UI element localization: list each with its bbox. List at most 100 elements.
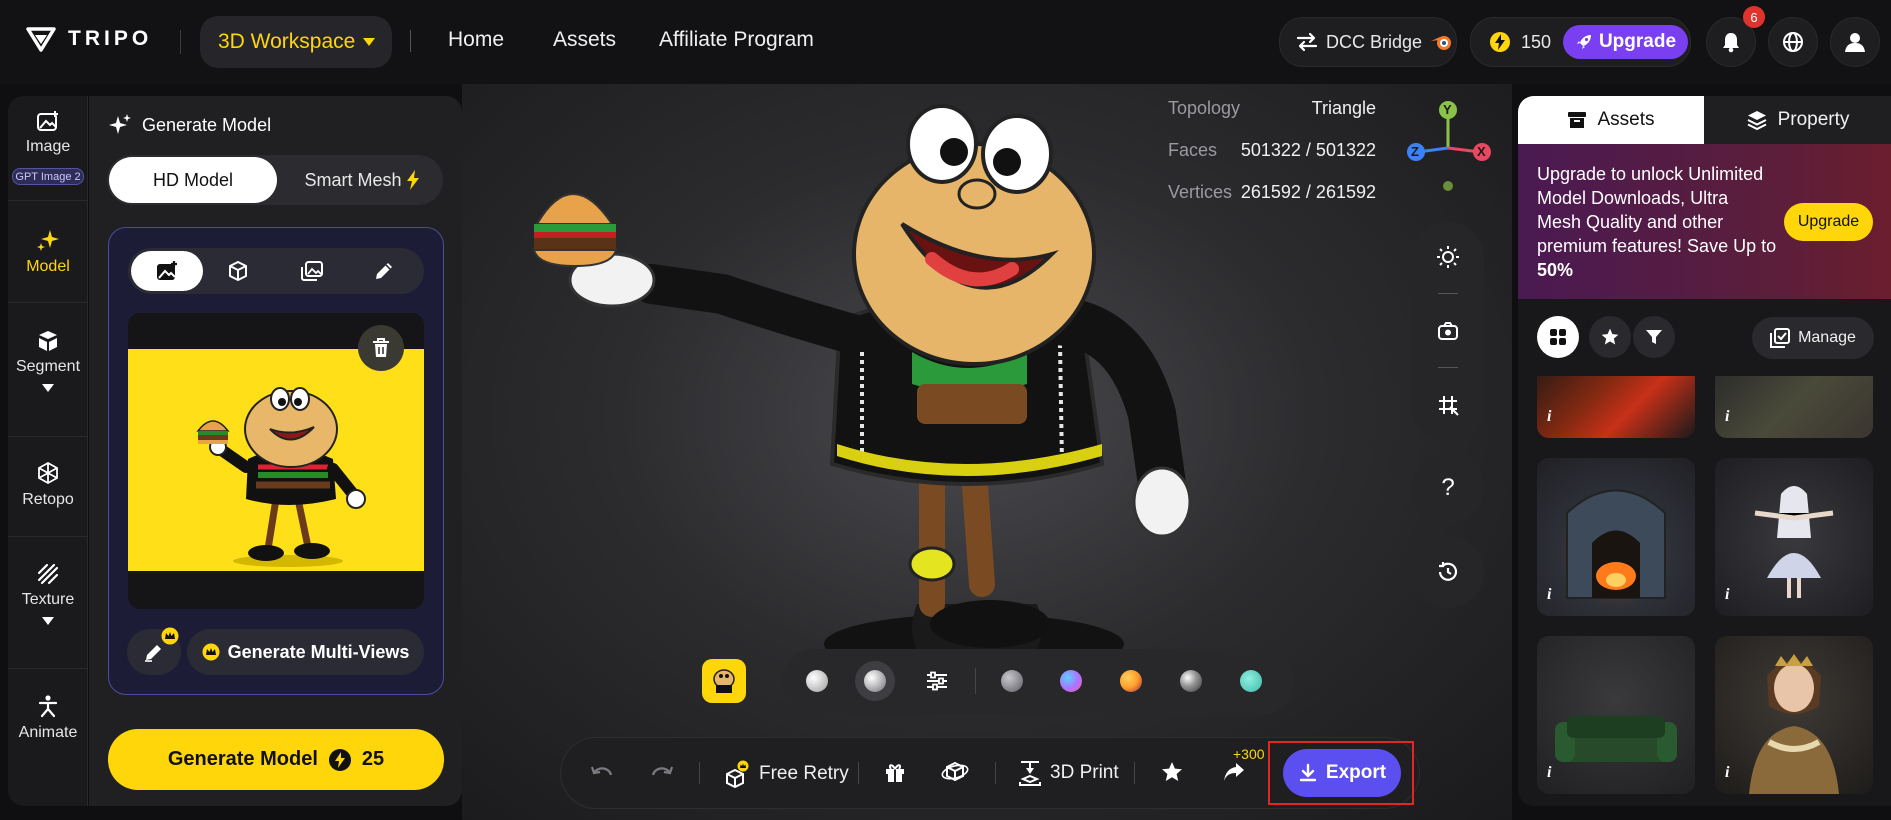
free-retry-button[interactable]: Free Retry — [723, 760, 849, 788]
ar-view-icon[interactable] — [941, 759, 969, 785]
history-button[interactable] — [1412, 536, 1484, 608]
smart-mesh-label: Smart Mesh — [304, 169, 402, 190]
asset-card[interactable]: i — [1537, 458, 1695, 616]
nav-home[interactable]: Home — [448, 28, 504, 52]
divider — [995, 762, 996, 784]
sliders-adjust-icon[interactable] — [926, 671, 948, 691]
caret-down-icon — [42, 617, 54, 625]
3d-print-button[interactable]: 3D Print — [1018, 760, 1119, 786]
nav-assets[interactable]: Assets — [553, 28, 616, 52]
rail-image[interactable]: Image — [8, 110, 88, 156]
divider — [699, 762, 700, 784]
export-button[interactable]: Export — [1283, 749, 1401, 797]
tab-single-image[interactable] — [131, 251, 203, 291]
lightning-coin-icon — [1489, 31, 1511, 53]
printer-icon — [1018, 760, 1042, 786]
material-textured-ball[interactable] — [1120, 670, 1142, 692]
gift-icon[interactable] — [883, 760, 907, 784]
undo-icon[interactable] — [590, 761, 614, 783]
free-retry-label: Free Retry — [759, 763, 849, 784]
upgrade-button[interactable]: Upgrade — [1563, 25, 1688, 59]
material-clay-ball[interactable] — [806, 670, 828, 692]
material-metal-ball[interactable] — [1180, 670, 1202, 692]
divider — [8, 668, 88, 669]
tab-property-label: Property — [1777, 109, 1850, 130]
language-button[interactable] — [1768, 17, 1818, 67]
tab-property[interactable]: Property — [1704, 96, 1891, 144]
workspace-label: 3D Workspace — [218, 30, 356, 53]
asset-card[interactable]: i — [1537, 636, 1695, 794]
tab-assets[interactable]: Assets — [1518, 96, 1704, 144]
material-matte-ball[interactable] — [1001, 670, 1023, 692]
help-button[interactable]: ? — [1412, 452, 1484, 524]
material-color-ball[interactable] — [1240, 670, 1262, 692]
info-icon[interactable]: i — [1547, 764, 1565, 782]
rail-texture[interactable]: Texture — [8, 563, 88, 625]
trash-icon — [372, 338, 390, 358]
tab-3d-cube[interactable] — [208, 251, 268, 291]
rail-retopo[interactable]: Retopo — [8, 461, 88, 509]
axis-gizmo[interactable]: Y X Z — [1404, 96, 1494, 196]
asset-card[interactable]: i — [1537, 376, 1695, 438]
stat-label-faces: Faces — [1168, 140, 1218, 160]
crown-coin-icon — [202, 643, 220, 661]
material-normal-ball[interactable] — [1060, 670, 1082, 692]
crown-badge-icon — [161, 627, 179, 645]
figure-running-icon — [37, 694, 59, 718]
multi-views-label: Generate Multi-Views — [227, 641, 410, 662]
rail-animate[interactable]: Animate — [8, 694, 88, 742]
info-icon[interactable]: i — [1547, 586, 1565, 604]
rocket-icon — [1575, 33, 1593, 51]
asset-grid: i i i i i i — [1518, 376, 1891, 806]
lighting-icon[interactable] — [1436, 245, 1460, 269]
divider — [1438, 367, 1458, 368]
generate-model-button[interactable]: Generate Model 25 — [108, 729, 444, 790]
info-icon[interactable]: i — [1725, 764, 1743, 782]
asset-card[interactable]: i — [1715, 458, 1873, 616]
delete-image-button[interactable] — [358, 325, 404, 371]
source-image-thumbnail[interactable] — [702, 659, 746, 703]
retry-cube-icon — [723, 760, 751, 788]
tab-sketch[interactable] — [354, 251, 414, 291]
info-icon[interactable]: i — [1725, 586, 1743, 604]
rail-image-label: Image — [25, 138, 71, 155]
sparkle-icon — [108, 113, 132, 137]
divider — [1438, 293, 1458, 294]
divider — [1134, 762, 1135, 784]
redo-icon[interactable] — [650, 761, 674, 783]
info-icon[interactable]: i — [1725, 408, 1743, 426]
asset-card[interactable]: i — [1715, 636, 1873, 794]
filter-funnel-button[interactable] — [1633, 316, 1675, 358]
hd-model-tab[interactable]: HD Model — [109, 157, 277, 203]
camera-snapshot-icon[interactable] — [1437, 320, 1459, 342]
account-button[interactable] — [1830, 17, 1880, 67]
layers-icon — [1746, 109, 1768, 131]
grid-toggle-icon[interactable] — [1437, 394, 1459, 416]
nav-affiliate-program[interactable]: Affiliate Program — [659, 28, 814, 52]
dcc-bridge-button[interactable]: DCC Bridge — [1279, 17, 1457, 67]
axis-y-label: Y — [1443, 102, 1452, 117]
divider — [8, 302, 88, 303]
generate-multi-views-button[interactable]: Generate Multi-Views — [187, 629, 424, 675]
share-arrow-icon[interactable] — [1222, 761, 1246, 783]
workspace-dropdown[interactable]: 3D Workspace — [200, 16, 392, 68]
promo-upgrade-button[interactable]: Upgrade — [1784, 203, 1873, 241]
star-favorite-icon[interactable] — [1160, 760, 1184, 784]
manage-button[interactable]: Manage — [1752, 317, 1874, 359]
retopo-icon — [36, 461, 60, 485]
material-base-ball[interactable] — [864, 670, 886, 692]
filter-favorites-button[interactable] — [1589, 316, 1631, 358]
brand-logo[interactable]: TRIPO — [26, 26, 152, 52]
rail-model[interactable]: Model — [8, 228, 88, 276]
smart-mesh-tab[interactable]: Smart Mesh — [283, 157, 441, 203]
generate-model-label: Generate Model — [167, 748, 318, 770]
notification-badge: 6 — [1743, 6, 1765, 28]
rail-segment[interactable]: Segment — [8, 330, 88, 392]
funnel-icon — [1645, 328, 1663, 346]
swap-arrows-icon — [1296, 32, 1318, 52]
info-icon[interactable]: i — [1547, 408, 1565, 426]
asset-card[interactable]: i — [1715, 376, 1873, 438]
filter-all-button[interactable] — [1537, 316, 1579, 358]
blender-icon — [1430, 32, 1454, 52]
tab-multi-image[interactable] — [282, 251, 342, 291]
